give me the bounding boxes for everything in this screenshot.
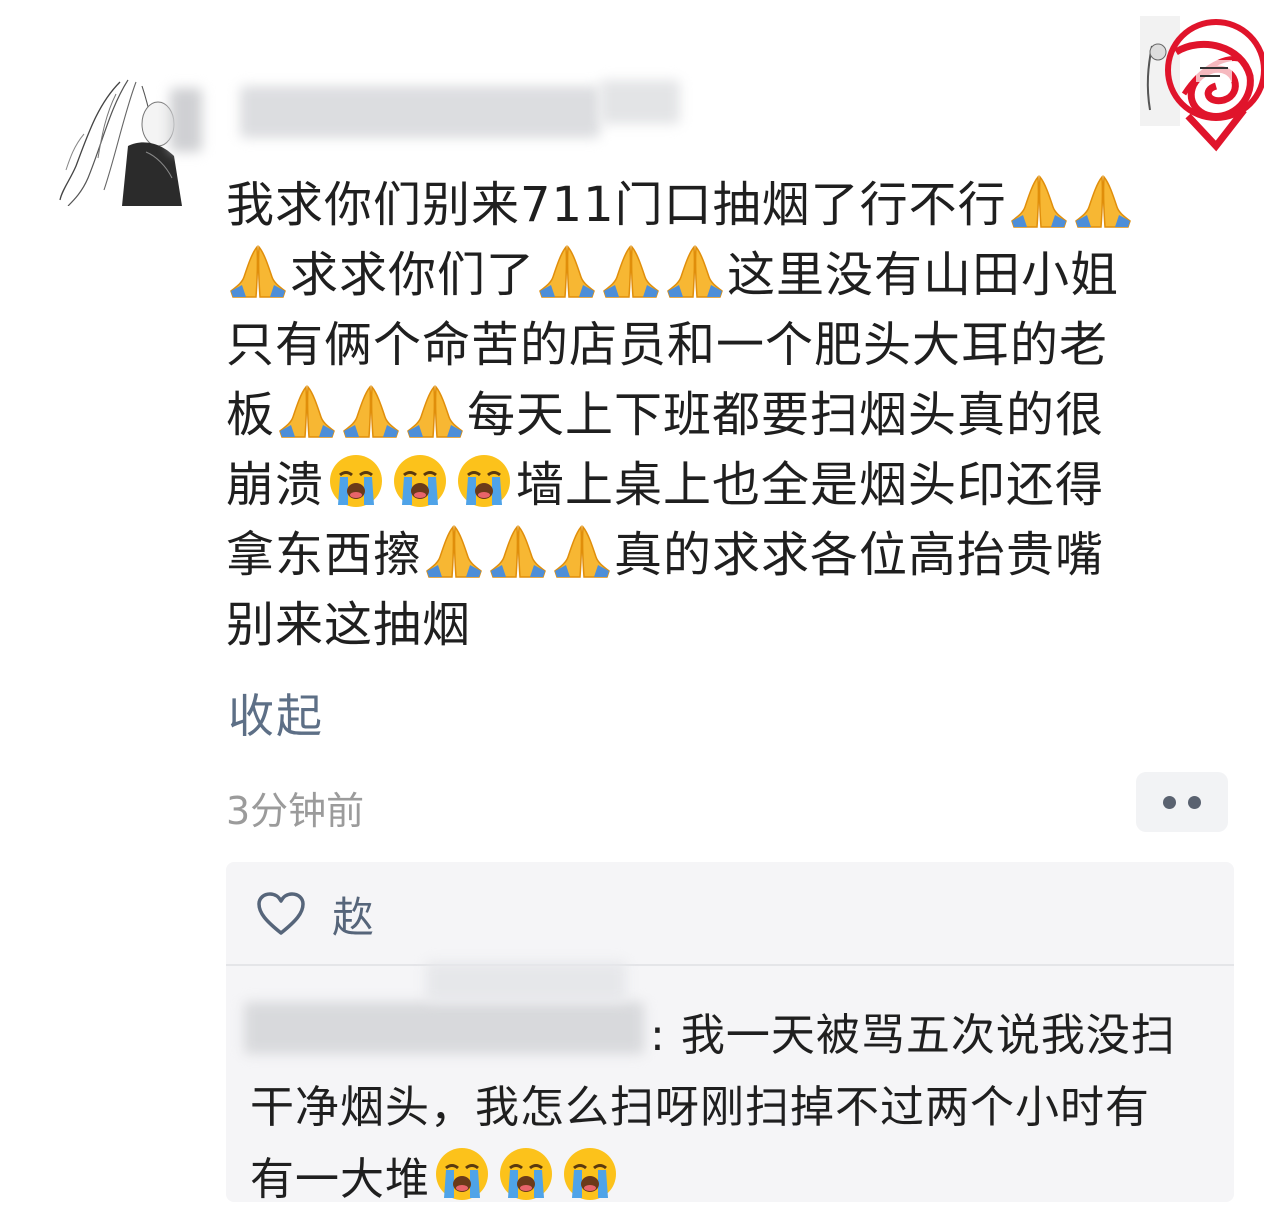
loudly-crying-face-icon xyxy=(390,453,450,509)
commenter-name-placeholder xyxy=(250,1008,650,1058)
folded-hands-icon xyxy=(228,243,288,299)
collapse-link[interactable]: 收起 xyxy=(228,680,324,746)
comment-line: 有一大堆 xyxy=(250,1144,1220,1216)
post-line: 拿东西擦 真的求求各位高抬贵嘴 xyxy=(226,520,1226,590)
more-button[interactable] xyxy=(1136,772,1228,832)
post-line: 崩溃 墙上桌上也全是烟头印还得 xyxy=(226,450,1226,520)
folded-hands-icon xyxy=(405,383,465,439)
comment-line: : 我一天被骂五次说我没扫 xyxy=(250,1000,1220,1072)
comment-separator: : xyxy=(650,1010,666,1061)
comment-text: 干净烟头，我怎么扫呀刚扫掉不过两个小时有 xyxy=(250,1082,1150,1133)
folded-hands-icon xyxy=(277,383,337,439)
post-line: 求求你们了 这里没有山田小姐 xyxy=(226,240,1226,310)
blurred-nickname xyxy=(170,88,202,152)
post-text: 我求你们别来711门口抽烟了行不行 xyxy=(226,177,1007,233)
post-text: 崩溃 xyxy=(226,457,325,513)
blurred-nickname xyxy=(240,86,600,138)
stamp-icon xyxy=(1140,16,1267,152)
folded-hands-icon xyxy=(1073,173,1133,229)
loudly-crying-face-icon xyxy=(560,1146,620,1202)
blurred-commenter-name xyxy=(426,962,626,1002)
loudly-crying-face-icon xyxy=(432,1146,492,1202)
comment-text: 我一天被骂五次说我没扫 xyxy=(665,1010,1176,1061)
post-text: 这里没有山田小姐 xyxy=(727,247,1120,303)
loudly-crying-face-icon xyxy=(454,453,514,509)
post-line: 只有俩个命苦的店员和一个肥头大耳的老 xyxy=(226,310,1226,380)
post-text: 只有俩个命苦的店员和一个肥头大耳的老 xyxy=(226,317,1109,373)
comment-text: 有一大堆 xyxy=(250,1154,430,1205)
folded-hands-icon xyxy=(424,523,484,579)
more-dots-icon xyxy=(1188,795,1201,809)
post-text: 拿东西擦 xyxy=(226,527,423,583)
post-line: 别来这抽烟 xyxy=(226,590,1226,660)
loudly-crying-face-icon xyxy=(326,453,386,509)
interaction-panel: 赼 : 我一天被骂五次说我没扫 干净烟头，我怎么扫呀刚扫掉不过两个小时有 有一大… xyxy=(226,862,1234,1205)
post-text: 每天上下班都要扫烟头真的很 xyxy=(467,387,1105,443)
comment-line: 干净烟头，我怎么扫呀刚扫掉不过两个小时有 xyxy=(250,1072,1220,1144)
divider xyxy=(226,964,1234,966)
folded-hands-icon xyxy=(537,243,597,299)
like-button[interactable]: 赼 xyxy=(256,886,374,942)
like-label: 赼 xyxy=(332,892,375,942)
post-text: 求求你们了 xyxy=(290,247,536,303)
folded-hands-icon xyxy=(601,243,661,299)
post-body: 我求你们别来711门口抽烟了行不行 求求你们了 这里没有山田小姐 只有俩个命苦的店… xyxy=(226,170,1226,660)
timestamp: 3分钟前 xyxy=(226,789,365,833)
scribbled-stamp xyxy=(1132,6,1267,154)
loudly-crying-face-icon xyxy=(496,1146,556,1202)
folded-hands-icon xyxy=(341,383,401,439)
post-line: 板 每天上下班都要扫烟头真的很 xyxy=(226,380,1226,450)
folded-hands-icon xyxy=(665,243,725,299)
blurred-nickname xyxy=(600,80,680,124)
post-text: 板 xyxy=(226,387,276,443)
folded-hands-icon xyxy=(488,523,548,579)
folded-hands-icon xyxy=(1009,173,1069,229)
post-text: 别来这抽烟 xyxy=(226,597,472,653)
folded-hands-icon xyxy=(552,523,612,579)
post-text: 墙上桌上也全是烟头印还得 xyxy=(516,457,1105,513)
heart-outline-icon xyxy=(257,892,305,935)
post-text: 真的求求各位高抬贵嘴 xyxy=(614,527,1105,583)
more-dots-icon xyxy=(1163,795,1176,809)
post-line: 我求你们别来711门口抽烟了行不行 xyxy=(226,170,1226,240)
